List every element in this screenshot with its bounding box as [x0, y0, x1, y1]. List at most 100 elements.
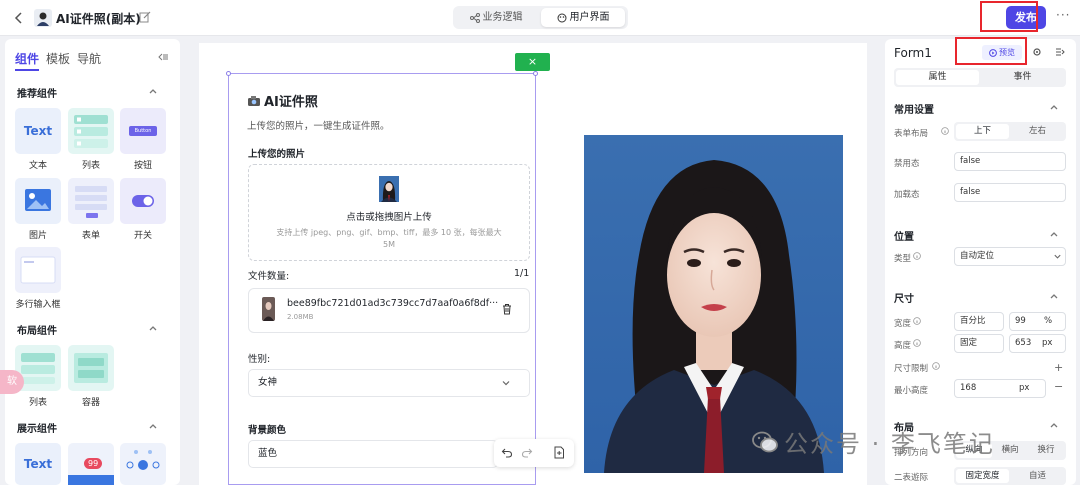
remove-limit-icon[interactable]: −: [1054, 380, 1063, 393]
tab-events[interactable]: 事件: [981, 70, 1064, 85]
disabled-input[interactable]: false: [954, 152, 1066, 171]
second-row-label: 二表遊际: [894, 473, 929, 483]
second-row-toggle: 固定宽度 自适: [954, 467, 1066, 485]
camera-icon: [247, 95, 261, 107]
arrange-wrap[interactable]: 换行: [1028, 443, 1064, 458]
second-row-auto[interactable]: 自适: [1011, 469, 1064, 483]
chevron-up-icon[interactable]: [1049, 291, 1059, 301]
active-tab-indicator: [15, 69, 39, 71]
form-layout-toggle: 上下 左右: [954, 122, 1066, 141]
gender-label: 性别:: [248, 354, 271, 365]
app-avatar: [34, 9, 52, 27]
upload-main-text: 点击或拖拽图片上传: [346, 212, 432, 223]
add-limit-icon[interactable]: +: [1054, 361, 1063, 374]
delete-component-button[interactable]: ×: [515, 53, 550, 71]
section-position: 位置: [894, 232, 914, 243]
height-mode-select[interactable]: 固定: [954, 334, 1004, 353]
loading-label: 加载态: [894, 190, 920, 200]
component-image-label: 图片: [28, 231, 47, 241]
side-float-tag[interactable]: 软: [0, 370, 24, 394]
resize-handle[interactable]: [226, 71, 231, 76]
more-menu-icon[interactable]: ···: [1056, 8, 1070, 22]
selected-component-name: Form1: [894, 46, 932, 60]
chevron-up-icon[interactable]: [1049, 102, 1059, 112]
component-form-thumb[interactable]: [68, 178, 114, 224]
info-icon: [941, 127, 949, 135]
component-button-label: 按钮: [133, 161, 152, 171]
component-textarea-label: 多行输入框: [15, 300, 61, 310]
file-thumbnail: [262, 297, 275, 321]
property-tabs: 属性 事件: [894, 68, 1066, 87]
upload-label: 上传您的照片: [248, 149, 306, 160]
bg-color-label: 背景颜色: [248, 425, 287, 436]
tab-user-interface[interactable]: 用户界面: [541, 8, 625, 27]
component-badge-thumb[interactable]: 99: [68, 443, 114, 485]
uploaded-file-card: [248, 288, 530, 333]
info-icon: [932, 362, 940, 370]
file-name: bee89fbc721d01ad3c739cc7d7aaf0a6f8df···: [287, 298, 499, 309]
component-icons-thumb[interactable]: [120, 443, 166, 485]
tab-navigation[interactable]: 导航: [77, 50, 101, 67]
component-text-thumb[interactable]: Text: [15, 108, 61, 154]
redo-icon[interactable]: [521, 447, 533, 459]
collapse-panel-icon[interactable]: [158, 52, 168, 62]
second-row-fixed[interactable]: 固定宽度: [956, 469, 1009, 483]
tab-components[interactable]: 组件: [15, 50, 39, 67]
min-height-input[interactable]: 168 px: [954, 379, 1046, 398]
loading-input[interactable]: false: [954, 183, 1066, 202]
section-display: 展示组件: [17, 424, 57, 435]
tab-business-logic[interactable]: 业务逻辑: [456, 8, 536, 27]
section-size: 尺寸: [894, 294, 914, 305]
component-image-thumb[interactable]: [15, 178, 61, 224]
chevron-up-icon[interactable]: [1049, 229, 1059, 239]
watermark: 公众号 · 李飞笔记: [752, 424, 995, 459]
back-icon[interactable]: [12, 11, 26, 25]
form-subtitle: 上传您的照片，一键生成证件照。: [247, 121, 390, 132]
info-icon: [913, 339, 921, 347]
chevron-up-icon[interactable]: [148, 421, 158, 431]
gender-select[interactable]: 女神: [248, 369, 530, 397]
chevron-down-icon: [501, 378, 511, 388]
panel-collapse-icon[interactable]: [1055, 47, 1065, 57]
app-title: AI证件照(副本): [56, 12, 141, 26]
arrange-horizontal[interactable]: 横向: [992, 443, 1028, 458]
chevron-up-icon[interactable]: [148, 323, 158, 333]
width-mode-select[interactable]: 百分比: [954, 312, 1004, 331]
trash-icon[interactable]: [501, 303, 513, 315]
chevron-up-icon[interactable]: [1049, 420, 1059, 430]
component-textarea-thumb[interactable]: [15, 247, 61, 293]
flow-icon: [469, 12, 480, 23]
chevron-up-icon[interactable]: [148, 86, 158, 96]
layout-option-vertical[interactable]: 上下: [956, 124, 1009, 139]
component-list-thumb[interactable]: [68, 108, 114, 154]
file-count-label: 文件数量:: [248, 271, 290, 282]
chevron-down-icon: [1053, 252, 1062, 261]
component-switch-thumb[interactable]: [120, 178, 166, 224]
edit-icon[interactable]: [139, 11, 151, 23]
position-type-select[interactable]: 自动定位: [954, 247, 1066, 266]
tab-properties[interactable]: 属性: [896, 70, 979, 85]
disabled-label: 禁用态: [894, 159, 920, 169]
section-recommended: 推荐组件: [17, 89, 57, 100]
component-display-text-thumb[interactable]: Text: [15, 443, 61, 485]
resize-handle[interactable]: [533, 71, 538, 76]
form-layout-label: 表单布局: [894, 129, 929, 139]
component-container-thumb[interactable]: [68, 345, 114, 391]
wechat-icon: [752, 431, 778, 453]
info-icon: [913, 317, 921, 325]
height-value-input[interactable]: 653 px: [1009, 334, 1066, 353]
view-switcher: 业务逻辑 用户界面: [453, 6, 628, 29]
file-count-value: 1/1: [514, 268, 530, 279]
preview-highlight-box: [955, 37, 1027, 65]
layout-option-horizontal[interactable]: 左右: [1011, 124, 1064, 139]
size-limit-label: 尺寸限制: [894, 364, 929, 374]
upload-preview-thumb: [379, 176, 399, 202]
undo-icon[interactable]: [501, 447, 513, 459]
settings-gear-icon[interactable]: [1032, 47, 1042, 57]
save-file-icon[interactable]: [553, 446, 565, 459]
component-button-thumb[interactable]: Button: [120, 108, 166, 154]
width-label: 宽度: [894, 319, 912, 329]
bg-color-select[interactable]: 蓝色: [248, 440, 498, 468]
width-value-input[interactable]: 99 %: [1009, 312, 1066, 331]
tab-templates[interactable]: 模板: [46, 50, 70, 67]
